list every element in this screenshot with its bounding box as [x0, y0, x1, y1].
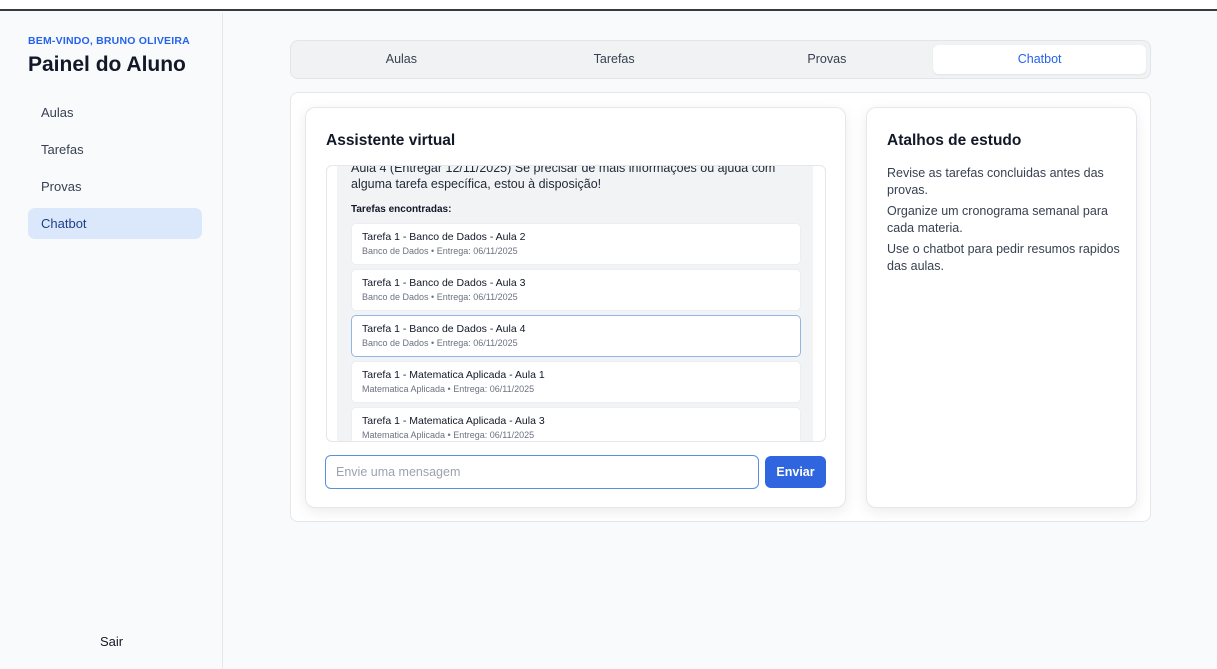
chat-title: Assistente virtual: [326, 132, 456, 149]
bot-message-text: Aula 4 (Entregar 12/11/2025) Se precisar…: [351, 165, 776, 191]
study-tip: Organize um cronograma semanal para cada…: [887, 204, 1108, 235]
page-title: Painel do Aluno: [28, 53, 186, 76]
study-tip: Use o chatbot para pedir resumos rapidos…: [887, 242, 1120, 273]
logout-button[interactable]: Sair: [0, 634, 223, 649]
sidebar-item-provas[interactable]: Provas: [28, 171, 202, 202]
tab-aulas[interactable]: Aulas: [295, 45, 508, 74]
task-meta: Matematica Aplicada • Entrega: 06/11/202…: [362, 430, 535, 440]
task-meta: Banco de Dados • Entrega: 06/11/2025: [362, 292, 518, 302]
task-meta: Banco de Dados • Entrega: 06/11/2025: [362, 338, 518, 348]
study-shortcuts-list: Revise as tarefas concluidas antes das p…: [887, 165, 1122, 279]
task-item[interactable]: Tarefa 1 - Banco de Dados - Aula 3 Banco…: [351, 269, 801, 311]
task-item[interactable]: Tarefa 1 - Matematica Aplicada - Aula 3 …: [351, 407, 801, 441]
task-name: Tarefa 1 - Banco de Dados - Aula 3: [362, 277, 526, 289]
top-bar: [0, 0, 1217, 11]
tab-chatbot[interactable]: Chatbot: [933, 45, 1146, 74]
sidebar-item-aulas[interactable]: Aulas: [28, 97, 202, 128]
task-meta: Matematica Aplicada • Entrega: 06/11/202…: [362, 384, 535, 394]
task-list: Tarefa 1 - Banco de Dados - Aula 2 Banco…: [351, 223, 801, 441]
bot-message: Aula 4 (Entregar 12/11/2025) Se precisar…: [337, 165, 813, 441]
welcome-text: BEM-VINDO, BRUNO OLIVEIRA: [28, 35, 190, 47]
tab-provas[interactable]: Provas: [721, 45, 934, 74]
task-name: Tarefa 1 - Banco de Dados - Aula 4: [362, 323, 526, 335]
message-area[interactable]: Aula 4 (Entregar 12/11/2025) Se precisar…: [326, 165, 826, 442]
study-shortcuts-card: Atalhos de estudo Revise as tarefas conc…: [866, 107, 1137, 508]
task-item[interactable]: Tarefa 1 - Banco de Dados - Aula 2 Banco…: [351, 223, 801, 265]
task-item[interactable]: Tarefa 1 - Matematica Aplicada - Aula 1 …: [351, 361, 801, 403]
task-meta: Banco de Dados • Entrega: 06/11/2025: [362, 246, 518, 256]
study-tip: Revise as tarefas concluidas antes das p…: [887, 166, 1104, 197]
send-button[interactable]: Enviar: [765, 456, 826, 488]
message-input[interactable]: [325, 455, 759, 489]
task-name: Tarefa 1 - Matematica Aplicada - Aula 3: [362, 415, 545, 427]
sidebar: BEM-VINDO, BRUNO OLIVEIRA Painel do Alun…: [0, 13, 223, 669]
sidebar-item-tarefas[interactable]: Tarefas: [28, 134, 202, 165]
sidebar-nav: Aulas Tarefas Provas Chatbot: [28, 97, 202, 245]
sidebar-item-chatbot[interactable]: Chatbot: [28, 208, 202, 239]
task-item-selected[interactable]: Tarefa 1 - Banco de Dados - Aula 4 Banco…: [351, 315, 801, 357]
tasks-found-heading: Tarefas encontradas:: [351, 204, 452, 215]
task-name: Tarefa 1 - Banco de Dados - Aula 2: [362, 231, 526, 243]
tab-bar: Aulas Tarefas Provas Chatbot: [290, 40, 1151, 79]
study-shortcuts-title: Atalhos de estudo: [887, 132, 1022, 149]
tab-tarefas[interactable]: Tarefas: [508, 45, 721, 74]
chat-card: Assistente virtual Aula 4 (Entregar 12/1…: [305, 107, 846, 508]
task-name: Tarefa 1 - Matematica Aplicada - Aula 1: [362, 369, 545, 381]
